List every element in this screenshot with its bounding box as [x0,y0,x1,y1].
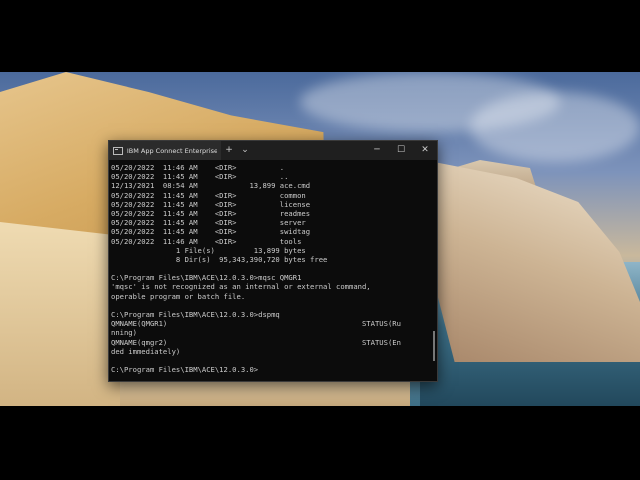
console-line: C:\Program Files\IBM\ACE\12.0.3.0>dspmq [111,310,280,319]
console-line: 05/20/2022 11:45 AM <DIR> license [111,199,311,209]
console-line: 1 File(s) 13,899 bytes [111,245,306,255]
console-line: operable program or batch file. [111,291,246,301]
console-line: ded immediately) [111,346,181,356]
new-tab-button[interactable]: + [221,141,237,160]
console-line: 'mqsc' is not recognized as an internal … [111,282,371,292]
console-line: C:\Program Files\IBM\ACE\12.0.3.0>mqsc Q… [111,273,302,283]
console-line: C:\Program Files\IBM\ACE\12.0.3.0> [111,365,259,375]
console-line: 05/20/2022 11:46 AM <DIR> . [111,163,285,172]
console-line: nning) [111,328,137,338]
tab-title: IBM App Connect Enterprise C [126,146,217,155]
console-line: QMNAME(QMGR1) STATUS(Ru [111,319,401,329]
console-output[interactable]: 05/20/2022 11:46 AM <DIR> . 05/20/2022 11… [111,163,433,379]
minimize-button[interactable]: ─ [365,141,389,160]
console-line: 05/20/2022 11:45 AM <DIR> swidtag [111,227,311,237]
console-line: 05/20/2022 11:45 AM <DIR> server [111,218,306,228]
cloud [470,92,640,162]
maximize-button[interactable]: ☐ [389,141,413,160]
rock-formation-right [434,162,640,362]
console-line: QMNAME(qmgr2) STATUS(En [111,337,401,347]
console-line: 05/20/2022 11:45 AM <DIR> .. [111,172,289,182]
console-line: 12/13/2021 08:54 AM 13,899 ace.cmd [111,181,311,191]
tab-dropdown-button[interactable]: ⌄ [237,141,253,160]
terminal-icon [113,146,123,155]
title-bar[interactable]: IBM App Connect Enterprise C + ⌄ ─ ☐ ✕ [109,141,437,160]
console-line: 05/20/2022 11:46 AM <DIR> tools [111,236,302,246]
scrollbar[interactable] [433,331,435,361]
console-line: 05/20/2022 11:45 AM <DIR> readmes [111,208,311,218]
terminal-window[interactable]: IBM App Connect Enterprise C + ⌄ ─ ☐ ✕ 0… [108,140,438,382]
console-line: 8 Dir(s) 95,343,390,720 bytes free [111,254,328,264]
close-button[interactable]: ✕ [413,141,437,160]
terminal-tab[interactable]: IBM App Connect Enterprise C [109,141,221,160]
console-line: 05/20/2022 11:45 AM <DIR> common [111,190,306,200]
